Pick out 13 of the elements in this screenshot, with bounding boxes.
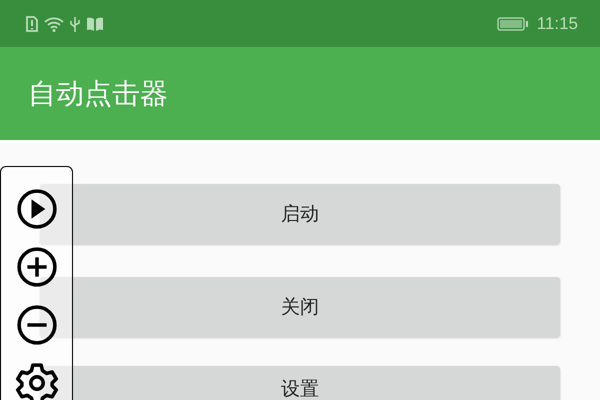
usb-icon bbox=[70, 16, 80, 32]
wifi-icon bbox=[44, 16, 64, 32]
app-title: 自动点击器 bbox=[28, 76, 168, 112]
settings-icon[interactable] bbox=[14, 361, 58, 400]
play-icon[interactable] bbox=[14, 187, 58, 231]
battery-icon bbox=[496, 16, 529, 32]
action-button[interactable]: 启动 bbox=[40, 184, 560, 244]
clock-time: 11:15 bbox=[536, 14, 578, 34]
action-button[interactable]: 关闭 bbox=[40, 277, 560, 337]
sim-alert-icon bbox=[26, 16, 38, 32]
book-icon bbox=[86, 16, 104, 32]
remove-icon[interactable] bbox=[14, 303, 58, 347]
add-icon[interactable] bbox=[14, 245, 58, 289]
